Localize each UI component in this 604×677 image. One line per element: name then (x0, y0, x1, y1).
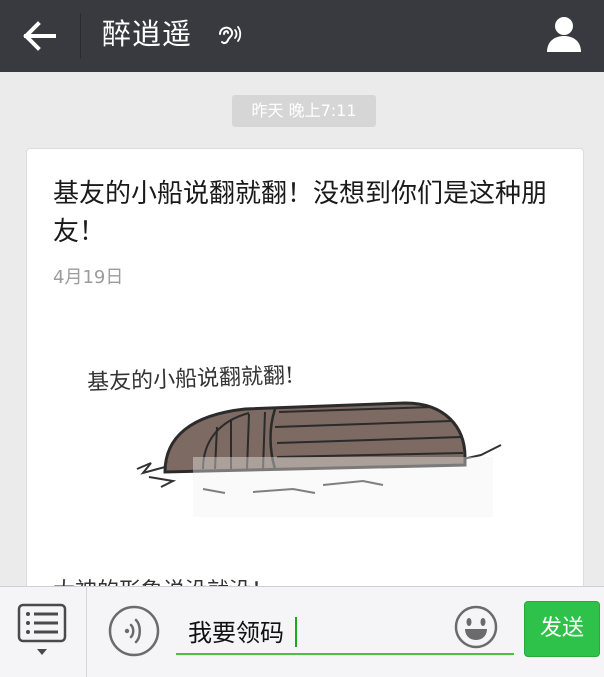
article-title[interactable]: 基友的小船说翻就翻！没想到你们是这种朋友！ (53, 175, 553, 251)
voice-button[interactable] (108, 605, 160, 657)
header-divider (80, 13, 81, 59)
chat-title: 醉逍遥 (102, 17, 193, 51)
chat-input-bar: 发送 (0, 586, 604, 677)
article-cover-image[interactable] (53, 317, 555, 543)
profile-button[interactable] (542, 12, 586, 56)
article-card[interactable]: 基友的小船说翻就翻！没想到你们是这种朋友！ 4月19日 基友的小船说翻就翻! (26, 148, 584, 620)
ear-icon[interactable] (214, 22, 242, 48)
text-cursor (295, 617, 297, 647)
input-bar-divider (86, 587, 87, 677)
voice-icon (108, 605, 160, 657)
emoji-button[interactable] (454, 605, 498, 649)
send-button[interactable]: 发送 (524, 601, 600, 657)
back-button[interactable] (14, 12, 66, 60)
chat-screen: 醉逍遥 昨天 晚上7:11 基友的小船说翻就翻！没想到你们是这种朋友！ 4月19… (0, 0, 604, 677)
article-date: 4月19日 (53, 267, 124, 288)
smiley-icon (454, 605, 498, 649)
service-menu-button[interactable] (16, 603, 68, 659)
list-menu-icon (17, 603, 67, 655)
top-bar: 醉逍遥 (0, 0, 604, 72)
message-timestamp: 昨天 晚上7:11 (232, 95, 376, 127)
capsized-boat-illustration (53, 317, 555, 543)
arrow-left-icon (23, 21, 56, 51)
person-icon (547, 17, 581, 52)
